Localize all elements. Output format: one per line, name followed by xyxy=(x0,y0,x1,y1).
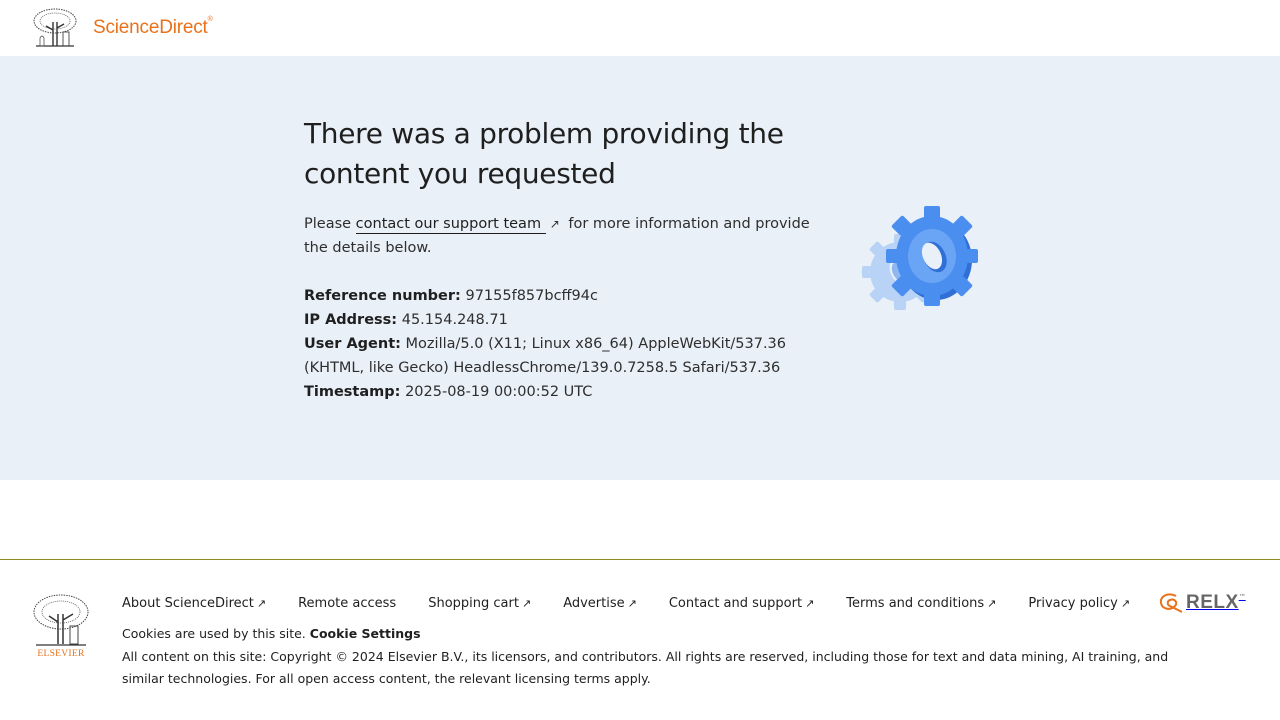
svg-text:ELSEVIER: ELSEVIER xyxy=(37,649,85,658)
external-link-icon: ↗ xyxy=(1120,597,1131,610)
external-link-icon: ↗ xyxy=(805,597,815,610)
site-header: ScienceDirect® xyxy=(0,0,1280,56)
gear-icon xyxy=(862,206,978,310)
footer-link-shopping-cart[interactable]: Shopping cart ↗ xyxy=(428,594,531,614)
footer-link-about[interactable]: About ScienceDirect ↗ xyxy=(122,594,266,614)
external-link-icon: ↗ xyxy=(256,597,267,610)
page-title: There was a problem providing the conten… xyxy=(304,117,784,190)
reference-value: 97155f857bcff94c xyxy=(465,288,598,304)
footer-link-contact[interactable]: Contact and support ↗ xyxy=(669,594,814,614)
copyright-text: All content on this site: Copyright © 20… xyxy=(122,649,1169,686)
external-link-icon: ↗ xyxy=(627,597,637,610)
timestamp-value: 2025-08-19 00:00:52 UTC xyxy=(405,384,593,400)
elsevier-tree-logo-icon xyxy=(33,8,77,47)
footer-link-privacy[interactable]: Privacy policy ↗ xyxy=(1028,594,1130,614)
user-agent-row: User Agent: Mozilla/5.0 (X11; Linux x86_… xyxy=(304,336,787,376)
footer-link-remote-access[interactable]: Remote access xyxy=(298,594,396,614)
external-link-icon: ↗ xyxy=(521,597,532,610)
external-link-icon: ↗ xyxy=(549,217,560,231)
footer-links: About ScienceDirect ↗ Remote access Shopp… xyxy=(122,594,1162,614)
error-content: There was a problem providing the conten… xyxy=(304,114,824,404)
site-footer: ELSEVIER About ScienceDirect ↗ Remote acc… xyxy=(0,559,1280,720)
error-details: Reference number: 97155f857bcff94c IP Ad… xyxy=(304,284,824,404)
contact-support-link[interactable]: contact our support team xyxy=(355,216,546,234)
footer-link-advertise[interactable]: Advertise ↗ xyxy=(563,594,637,614)
cookie-settings-button[interactable]: Cookie Settings xyxy=(310,626,421,641)
error-panel: There was a problem providing the conten… xyxy=(0,56,1280,480)
relx-wordmark: RELX xyxy=(1186,592,1239,613)
ip-value: 45.154.248.71 xyxy=(401,312,508,328)
sciencedirect-home-link[interactable]: ScienceDirect® xyxy=(32,8,213,48)
cookie-notice: Cookies are used by this site. Cookie Se… xyxy=(122,626,421,641)
sciencedirect-wordmark: ScienceDirect® xyxy=(93,16,213,38)
relx-logo-link[interactable]: RELX ™ xyxy=(1158,592,1246,614)
relx-swoosh-icon xyxy=(1159,593,1183,613)
reference-row: Reference number: 97155f857bcff94c xyxy=(304,288,598,304)
elsevier-logo-icon: ELSEVIER xyxy=(33,594,89,658)
footer-link-terms[interactable]: Terms and conditions ↗ xyxy=(846,594,996,614)
timestamp-row: Timestamp: 2025-08-19 00:00:52 UTC xyxy=(304,384,593,400)
ip-row: IP Address: 45.154.248.71 xyxy=(304,312,508,328)
external-link-icon: ↗ xyxy=(987,597,997,610)
error-intro: Please contact our support team ↗ for mo… xyxy=(304,212,824,260)
